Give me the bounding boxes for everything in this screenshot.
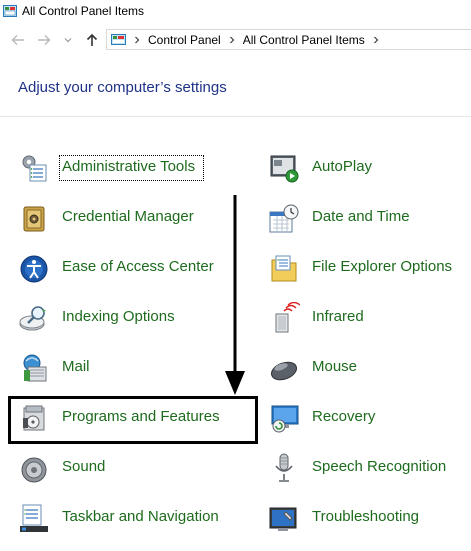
item-troubleshooting[interactable]: Troubleshooting xyxy=(268,500,468,536)
item-label: Infrared xyxy=(312,308,364,325)
item-label: Mouse xyxy=(312,358,358,375)
title-bar: All Control Panel Items xyxy=(0,0,471,24)
file-explorer-options-icon xyxy=(271,255,297,282)
item-credential-manager[interactable]: Credential Manager xyxy=(18,200,248,236)
item-file-explorer-options[interactable]: File Explorer Options xyxy=(268,250,468,286)
chevron-right-icon xyxy=(135,36,140,43)
item-ease-of-access-center[interactable]: Ease of Access Center xyxy=(18,250,248,286)
credential-manager-icon xyxy=(23,206,45,232)
item-label: Troubleshooting xyxy=(312,508,420,525)
date-time-icon xyxy=(269,204,299,233)
item-speech-recognition[interactable]: Speech Recognition xyxy=(268,450,468,486)
indexing-options-icon xyxy=(19,306,46,331)
back-button[interactable] xyxy=(8,30,28,50)
item-label: Sound xyxy=(62,458,106,475)
item-label: Ease of Access Center xyxy=(62,258,214,275)
recent-locations-button[interactable] xyxy=(62,30,74,50)
up-button[interactable] xyxy=(82,30,102,50)
chevron-right-icon xyxy=(373,36,379,43)
annotation-arrow xyxy=(225,195,245,395)
arrow-left-icon xyxy=(11,35,24,45)
control-panel-icon xyxy=(111,34,126,45)
divider xyxy=(0,116,471,117)
infrared-icon xyxy=(275,302,300,333)
item-label: Taskbar and Navigation xyxy=(62,508,219,525)
mail-icon xyxy=(23,354,47,382)
item-label: File Explorer Options xyxy=(312,258,453,275)
item-taskbar-and-navigation[interactable]: Taskbar and Navigation xyxy=(18,500,248,536)
item-label: Credential Manager xyxy=(62,208,194,225)
recovery-icon xyxy=(271,405,299,433)
control-panel-window: All Control Panel Items Control Panel Al… xyxy=(0,0,471,551)
autoplay-icon xyxy=(270,155,299,183)
chevron-down-icon xyxy=(64,38,72,43)
control-panel-icon xyxy=(3,5,17,17)
breadcrumb-all-items[interactable]: All Control Panel Items xyxy=(243,33,365,47)
item-mouse[interactable]: Mouse xyxy=(268,350,468,386)
mouse-icon xyxy=(270,361,298,381)
chevron-right-icon xyxy=(229,36,234,43)
microphone-icon xyxy=(275,453,293,482)
item-label: Indexing Options xyxy=(62,308,175,325)
item-sound[interactable]: Sound xyxy=(18,450,248,486)
annotation-highlight-box xyxy=(8,396,258,444)
item-recovery[interactable]: Recovery xyxy=(268,400,468,436)
item-infrared[interactable]: Infrared xyxy=(268,300,468,336)
item-indexing-options[interactable]: Indexing Options xyxy=(18,300,248,336)
item-label: Date and Time xyxy=(312,208,410,225)
taskbar-icon xyxy=(20,504,48,532)
item-autoplay[interactable]: AutoPlay xyxy=(268,150,468,186)
address-bar[interactable]: Control Panel All Control Panel Items xyxy=(106,29,471,50)
breadcrumb-separator[interactable] xyxy=(134,36,140,44)
focus-outline xyxy=(59,155,204,181)
item-date-and-time[interactable]: Date and Time xyxy=(268,200,468,236)
troubleshooting-icon xyxy=(269,507,297,531)
item-label: Speech Recognition xyxy=(312,458,447,475)
item-label: Recovery xyxy=(312,408,376,425)
page-title: Adjust your computer’s settings xyxy=(18,79,227,96)
forward-button[interactable] xyxy=(34,30,54,50)
item-label: Mail xyxy=(62,358,90,375)
item-label: AutoPlay xyxy=(312,158,373,175)
breadcrumb-separator[interactable] xyxy=(373,36,379,44)
breadcrumb-control-panel[interactable]: Control Panel xyxy=(148,33,221,47)
sound-icon xyxy=(21,457,47,483)
breadcrumb-separator[interactable] xyxy=(229,36,235,44)
arrow-right-icon xyxy=(38,35,51,45)
item-mail[interactable]: Mail xyxy=(18,350,248,386)
window-title: All Control Panel Items xyxy=(22,4,145,18)
administrative-tools-icon xyxy=(22,155,47,182)
arrow-up-icon xyxy=(86,33,98,46)
ease-of-access-icon xyxy=(20,255,48,283)
navigation-bar: Control Panel All Control Panel Items xyxy=(0,28,471,52)
